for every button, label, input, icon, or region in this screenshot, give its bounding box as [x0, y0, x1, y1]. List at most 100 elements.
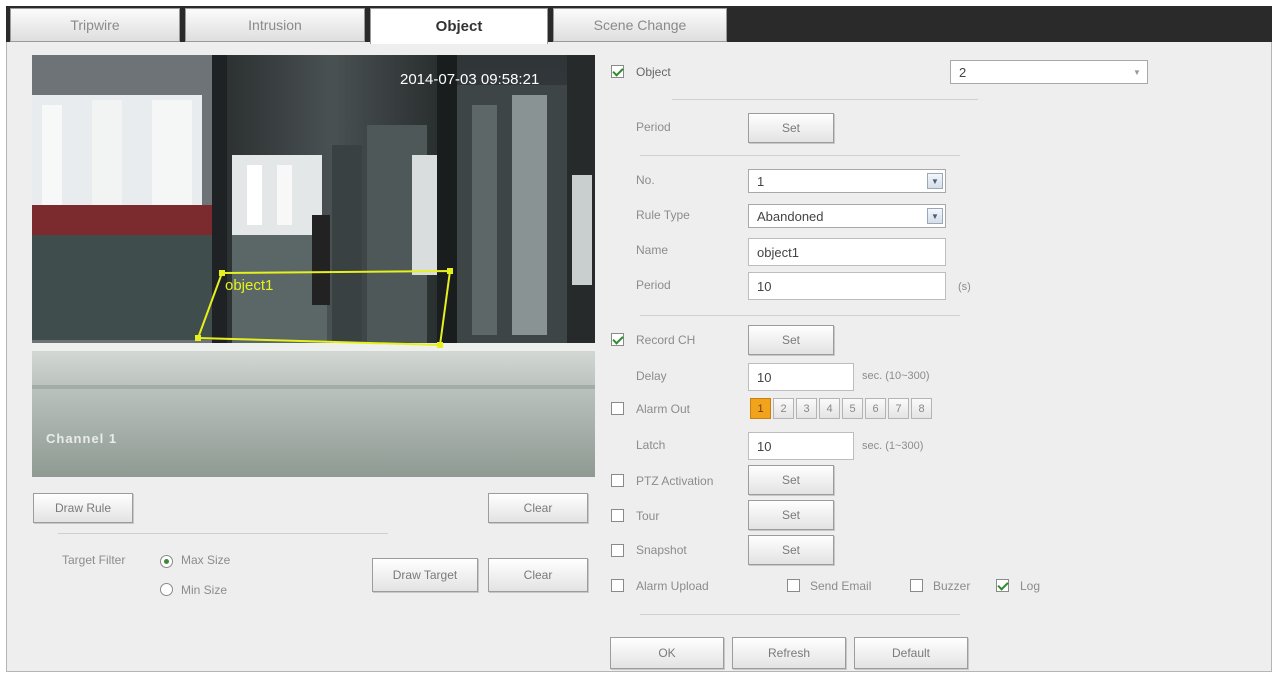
video-preview[interactable]: 2014-07-03 09:58:21 Channel 1 object1 — [32, 55, 595, 477]
period2-unit: (s) — [958, 281, 971, 293]
rule-no-label: No. — [636, 173, 655, 187]
ptz-activation-label: PTZ Activation — [636, 474, 714, 488]
tour-set-button[interactable]: Set — [748, 500, 834, 530]
input-value: object1 — [757, 244, 799, 260]
min-size-label: Min Size — [181, 583, 228, 597]
buzzer-label: Buzzer — [933, 579, 971, 593]
log-label: Log — [1020, 579, 1041, 593]
name-input[interactable]: object1 — [748, 238, 946, 266]
snapshot-set-button[interactable]: Set — [748, 535, 834, 565]
select-value: 2 — [959, 64, 967, 80]
delay-label: Delay — [636, 369, 667, 383]
alarm-channel-number: 1 — [757, 402, 764, 415]
alarm-channel-number: 6 — [872, 402, 879, 415]
alarm-out-2[interactable]: 2 — [773, 398, 794, 419]
button-label: Clear — [523, 568, 553, 582]
button-label: Set — [781, 121, 800, 135]
latch-label: Latch — [636, 438, 666, 452]
period2-label: Period — [636, 278, 671, 292]
select-value: 1 — [757, 173, 765, 189]
period2-input[interactable]: 10 — [748, 272, 946, 300]
object-zone[interactable] — [32, 55, 595, 477]
button-label: Set — [781, 333, 800, 347]
draw-target-button[interactable]: Draw Target — [372, 558, 478, 592]
alarm-out-7[interactable]: 7 — [888, 398, 909, 419]
object-count-select[interactable]: 2 ▼ — [950, 60, 1148, 84]
input-value: 10 — [757, 369, 772, 385]
object-enable-checkbox[interactable] — [611, 65, 624, 78]
ok-button[interactable]: OK — [610, 637, 724, 669]
log-checkbox[interactable] — [996, 579, 1009, 592]
button-label: Clear — [523, 501, 553, 515]
latch-input[interactable]: 10 — [748, 432, 854, 460]
snapshot-label: Snapshot — [636, 543, 687, 557]
default-button[interactable]: Default — [854, 637, 968, 669]
alarm-out-label: Alarm Out — [636, 402, 691, 416]
alarm-channel-number: 5 — [849, 402, 856, 415]
divider — [640, 315, 960, 316]
button-label: Set — [781, 508, 800, 522]
send-email-label: Send Email — [810, 579, 872, 593]
tab-tripwire[interactable]: Tripwire — [10, 8, 180, 42]
record-ch-checkbox[interactable] — [611, 333, 624, 346]
object-enable-label: Object — [636, 65, 671, 79]
clear-rule-button[interactable]: Clear — [488, 493, 588, 523]
chevron-down-icon: ▼ — [1129, 64, 1145, 80]
input-value: 10 — [757, 278, 772, 294]
tab-intrusion[interactable]: Intrusion — [185, 8, 365, 42]
alarm-out-8[interactable]: 8 — [911, 398, 932, 419]
tour-label: Tour — [636, 509, 660, 523]
alarm-out-6[interactable]: 6 — [865, 398, 886, 419]
chevron-down-icon: ▼ — [927, 173, 943, 189]
divider — [58, 533, 388, 534]
alarm-channel-number: 4 — [826, 402, 833, 415]
delay-input[interactable]: 10 — [748, 363, 854, 391]
divider — [640, 614, 960, 615]
snapshot-checkbox[interactable] — [611, 544, 624, 557]
target-filter-label: Target Filter — [62, 553, 126, 567]
button-label: Draw Target — [392, 568, 458, 582]
alarm-channel-number: 8 — [918, 402, 925, 415]
draw-rule-button[interactable]: Draw Rule — [33, 493, 133, 523]
button-label: Draw Rule — [54, 501, 111, 515]
zone-label: object1 — [225, 277, 274, 294]
delay-unit: sec. (10~300) — [862, 370, 930, 382]
period-set-button[interactable]: Set — [748, 113, 834, 143]
button-label: OK — [658, 646, 676, 660]
alarm-channel-number: 7 — [895, 402, 902, 415]
name-label: Name — [636, 243, 669, 257]
tab-scene-change[interactable]: Scene Change — [553, 8, 727, 42]
tab-label: Object — [435, 18, 483, 35]
ptz-activation-checkbox[interactable] — [611, 474, 624, 487]
max-size-label: Max Size — [181, 553, 231, 567]
clear-target-button[interactable]: Clear — [488, 558, 588, 592]
input-value: 10 — [757, 438, 772, 454]
divider — [640, 155, 960, 156]
ptz-set-button[interactable]: Set — [748, 465, 834, 495]
max-size-radio[interactable] — [160, 555, 173, 568]
divider — [672, 99, 978, 100]
alarm-out-3[interactable]: 3 — [796, 398, 817, 419]
tour-checkbox[interactable] — [611, 509, 624, 522]
tab-label: Tripwire — [70, 17, 120, 33]
rule-type-label: Rule Type — [636, 208, 690, 222]
refresh-button[interactable]: Refresh — [732, 637, 846, 669]
rule-type-select[interactable]: Abandoned ▼ — [748, 204, 946, 228]
alarm-upload-checkbox[interactable] — [611, 579, 624, 592]
alarm-out-4[interactable]: 4 — [819, 398, 840, 419]
alarm-out-1[interactable]: 1 — [750, 398, 771, 419]
alarm-out-checkbox[interactable] — [611, 402, 624, 415]
alarm-out-5[interactable]: 5 — [842, 398, 863, 419]
min-size-radio[interactable] — [160, 583, 173, 596]
alarm-channel-number: 3 — [803, 402, 810, 415]
record-ch-set-button[interactable]: Set — [748, 325, 834, 355]
alarm-upload-label: Alarm Upload — [636, 579, 709, 593]
button-label: Set — [781, 543, 800, 557]
button-label: Refresh — [767, 646, 811, 660]
send-email-checkbox[interactable] — [787, 579, 800, 592]
alarm-channel-number: 2 — [780, 402, 787, 415]
rule-no-select[interactable]: 1 ▼ — [748, 169, 946, 193]
tab-object[interactable]: Object — [370, 8, 548, 44]
buzzer-checkbox[interactable] — [910, 579, 923, 592]
select-value: Abandoned — [757, 208, 824, 224]
